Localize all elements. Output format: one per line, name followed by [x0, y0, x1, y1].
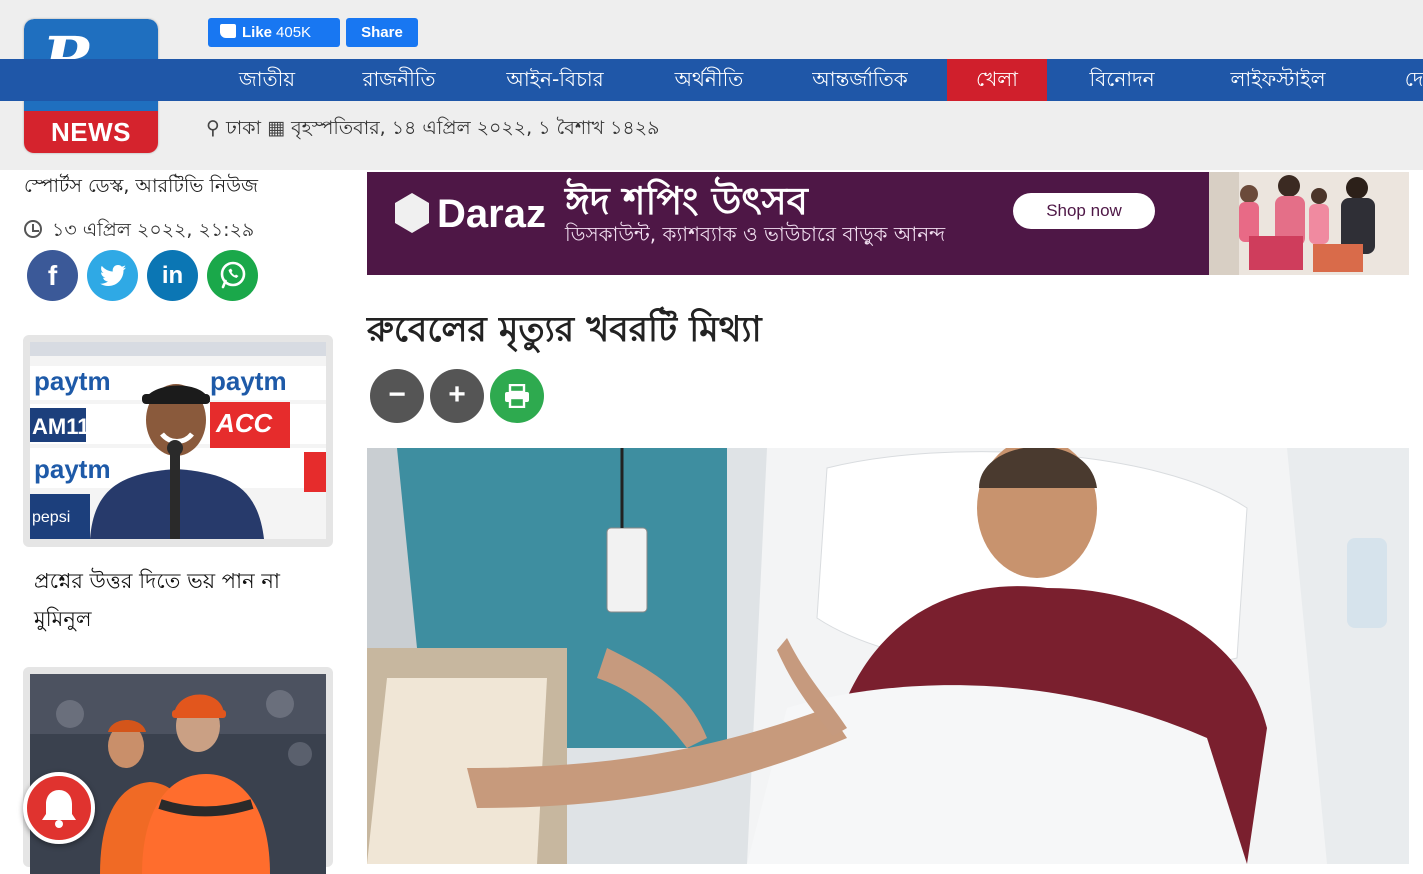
share-whatsapp-button[interactable]	[207, 250, 258, 301]
minus-icon: −	[388, 378, 406, 411]
svg-text:paytm: paytm	[210, 366, 287, 396]
logo-news-label: NEWS	[24, 111, 158, 153]
site-header: R tv NEWS Like405K Share জাতীয় রাজনীতি …	[0, 0, 1423, 170]
svg-text:paytm: paytm	[34, 366, 111, 396]
related-news-card[interactable]: paytm paytm ACC AM11 paytm pepsi	[23, 335, 333, 547]
nav-item-international[interactable]: আন্তর্জাতিক	[790, 59, 930, 101]
svg-text:AM11: AM11	[32, 414, 89, 439]
whatsapp-icon	[220, 261, 245, 289]
clock-icon	[24, 220, 42, 238]
map-pin-icon: ⚲	[206, 117, 220, 139]
article-published-date: ১৩ এপ্রিল ২০২২, ২১:২৯	[24, 216, 254, 248]
nav-item-national[interactable]: জাতীয়	[204, 59, 330, 101]
article-reporter: স্পোর্টস ডেস্ক, আরটিভি নিউজ	[24, 175, 259, 197]
current-date: বৃহস্পতিবার, ১৪ এপ্রিল ২০২২, ১ বৈশাখ ১৪২…	[291, 117, 660, 139]
linkedin-icon: in	[161, 262, 184, 289]
notification-bell-button[interactable]	[23, 772, 95, 844]
printer-icon	[505, 383, 529, 409]
shop-now-button[interactable]: Shop now	[1013, 193, 1155, 229]
nav-item-sports[interactable]: খেলা	[947, 59, 1047, 101]
bell-icon	[42, 790, 76, 828]
twitter-icon	[99, 265, 126, 286]
cricket-players-photo	[30, 674, 326, 874]
daraz-ad-banner[interactable]: Daraz ঈদ শপিং উৎসব ডিসকাউন্ট, ক্যাশব্যাক…	[367, 172, 1409, 275]
ad-family-photo	[1209, 172, 1409, 275]
article-main-photo	[367, 448, 1409, 864]
facebook-like-button[interactable]: Like 405K	[208, 18, 340, 47]
like-count: 405K	[276, 24, 312, 41]
svg-text:pepsi: pepsi	[32, 509, 70, 526]
daraz-cube-icon	[395, 193, 429, 233]
ad-subline: ডিসকাউন্ট, ক্যাশব্যাক ও ভাউচারে বাড়ুক আ…	[565, 222, 946, 246]
nav-item-more[interactable]: দে	[1394, 59, 1423, 101]
increase-font-button[interactable]: +	[430, 369, 484, 423]
svg-text:ACC: ACC	[215, 408, 274, 438]
related-news-title[interactable]: প্রশ্নের উত্তর দিতে ভয় পান না মুমিনুল	[34, 562, 314, 638]
calendar-icon: ▦	[267, 117, 286, 139]
facebook-icon: f	[47, 260, 58, 291]
related-news-thumbnail-2[interactable]	[30, 674, 326, 874]
nav-item-entertainment[interactable]: বিনোদন	[1063, 59, 1181, 101]
related-news-thumbnail[interactable]: paytm paytm ACC AM11 paytm pepsi	[30, 342, 326, 539]
main-nav: জাতীয় রাজনীতি আইন-বিচার অর্থনীতি আন্তর্…	[0, 59, 1423, 101]
location: ঢাকা	[225, 117, 262, 139]
svg-text:paytm: paytm	[34, 454, 111, 484]
nav-item-politics[interactable]: রাজনীতি	[340, 59, 458, 101]
nav-item-lifestyle[interactable]: লাইফস্টাইল	[1200, 59, 1356, 101]
nav-item-economy[interactable]: অর্থনীতি	[650, 59, 768, 101]
dateline: ⚲ ঢাকা ▦ বৃহস্পতিবার, ১৪ এপ্রিল ২০২২, ১ …	[206, 114, 659, 146]
share-linkedin-button[interactable]: in	[147, 250, 198, 301]
print-button[interactable]	[490, 369, 544, 423]
plus-icon: +	[448, 378, 466, 411]
share-twitter-button[interactable]	[87, 250, 138, 301]
decrease-font-button[interactable]: −	[370, 369, 424, 423]
thumbs-up-icon	[220, 24, 236, 38]
article-headline: রুবেলের মৃত্যুর খবরটি মিথ্যা	[367, 310, 762, 350]
daraz-logo: Daraz	[395, 192, 546, 237]
facebook-share-button[interactable]: Share	[346, 18, 418, 47]
share-facebook-button[interactable]: f	[27, 250, 78, 301]
press-conference-photo: paytm paytm ACC AM11 paytm pepsi	[30, 342, 326, 539]
nav-item-law-justice[interactable]: আইন-বিচার	[480, 59, 630, 101]
